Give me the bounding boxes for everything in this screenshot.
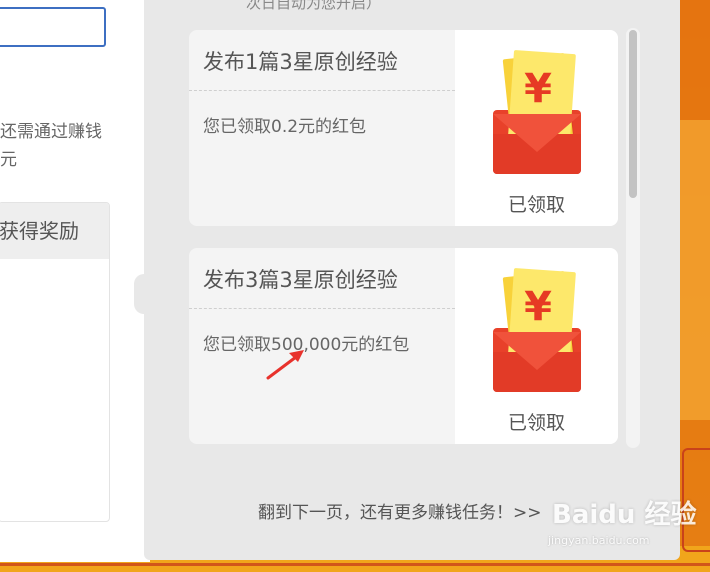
red-envelope-icon: ¥ — [491, 267, 583, 394]
modal-scrollbar[interactable] — [626, 28, 640, 448]
red-arrow-annotation-icon — [266, 350, 304, 380]
baidu-jingyan-watermark: Baidu 经验 jingyan.baidu.com — [548, 494, 702, 558]
yen-symbol: ¥ — [524, 66, 552, 112]
task-modal: 次日自动为您开启） 发布1篇3星原创经验 您已领取0.2元的红包 ¥ 已领取 发… — [134, 0, 680, 560]
claimed-status-label: 已领取 — [507, 194, 565, 216]
task-card-divider — [189, 90, 455, 91]
reward-box: 获得奖励 — [0, 202, 110, 522]
modal-top-text: 次日自动为您开启） — [246, 0, 382, 12]
task-card: 发布1篇3星原创经验 您已领取0.2元的红包 ¥ 已领取 — [189, 30, 618, 226]
task-card-divider — [189, 308, 455, 309]
watermark-brand: Baidu 经验 — [552, 500, 697, 530]
task-card: 发布3篇3星原创经验 您已领取500,000元的红包 ¥ 已领取 — [189, 248, 618, 444]
background-red-line — [0, 563, 710, 566]
left-panel: 还需通过赚钱 元 获得奖励 — [0, 0, 150, 562]
task-card-reward: ¥ 已领取 — [455, 30, 618, 226]
background-stripe — [680, 120, 710, 420]
yen-symbol: ¥ — [524, 284, 552, 330]
reward-box-header: 获得奖励 — [0, 203, 109, 259]
next-page-link[interactable]: 翻到下一页，还有更多赚钱任务！>> — [258, 498, 542, 523]
left-input-field[interactable] — [0, 7, 106, 47]
task-card-title: 发布3篇3星原创经验 — [203, 268, 398, 292]
modal-scrollbar-thumb[interactable] — [629, 30, 637, 198]
claimed-status-label: 已领取 — [507, 412, 565, 434]
red-envelope-icon: ¥ — [491, 49, 583, 176]
task-card-description: 您已领取0.2元的红包 — [203, 117, 367, 137]
task-card-reward: ¥ 已领取 — [455, 248, 618, 444]
task-card-title: 发布1篇3星原创经验 — [203, 50, 398, 74]
watermark-url: jingyan.baidu.com — [548, 534, 650, 547]
left-panel-text: 还需通过赚钱 元 — [0, 122, 102, 170]
